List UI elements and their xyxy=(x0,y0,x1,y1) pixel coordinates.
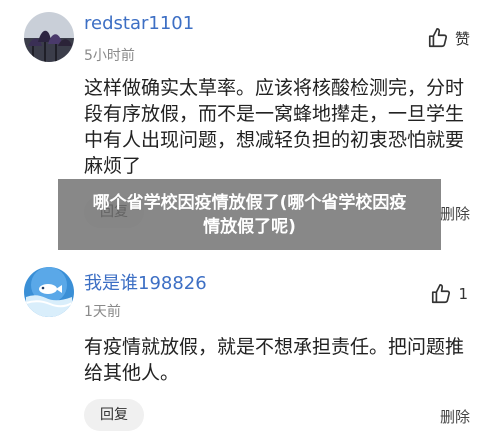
delete-button[interactable]: 删除 xyxy=(440,203,470,224)
comment-time: 1天前 xyxy=(84,304,121,320)
comment-time: 5小时前 xyxy=(84,48,135,64)
user-avatar[interactable] xyxy=(24,267,74,317)
delete-button[interactable]: 删除 xyxy=(440,406,470,427)
username[interactable]: redstar1101 xyxy=(84,13,194,34)
like-count: 1 xyxy=(458,285,468,303)
username[interactable]: 我是谁198826 xyxy=(84,269,207,295)
comment-text: 这样做确实太草率。应该将核酸检测完，分时段有序放假，而不是一窝蜂地撵走，一旦学生… xyxy=(84,77,465,177)
title-overlay-banner: 哪个省学校因疫情放假了(哪个省学校因疫情放假了呢) xyxy=(58,179,441,250)
thumbs-up-icon xyxy=(432,284,451,304)
user-avatar[interactable] xyxy=(24,12,74,62)
overlay-title: 哪个省学校因疫情放假了(哪个省学校因疫情放假了呢) xyxy=(92,192,407,237)
flower-photo-avatar-icon xyxy=(24,12,74,62)
comment-item: 我是谁198826 1天前 1 有疫情就放假，就是不想承担责任。把问题推给其他人… xyxy=(0,258,500,434)
like-label: 赞 xyxy=(454,29,470,48)
reply-button[interactable]: 回复 xyxy=(84,399,144,431)
like-button[interactable]: 赞 xyxy=(427,27,470,49)
like-button[interactable]: 1 xyxy=(430,283,468,305)
comment-text: 有疫情就放假，就是不想承担责任。把问题推给其他人。 xyxy=(84,336,465,384)
thumbs-up-icon xyxy=(428,28,448,48)
fish-cartoon-avatar-icon xyxy=(24,267,74,317)
